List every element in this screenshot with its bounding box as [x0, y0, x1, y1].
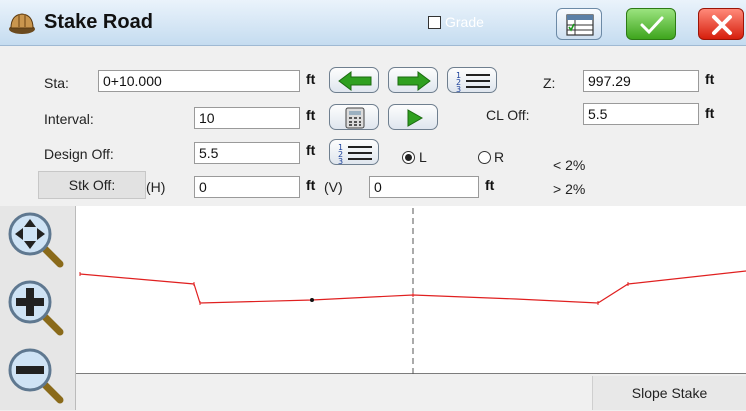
- arrow-left-icon: [338, 71, 372, 91]
- interval-label: Interval:: [44, 111, 94, 127]
- play-icon: [407, 109, 424, 127]
- play-button[interactable]: [388, 104, 438, 130]
- close-icon: [712, 15, 732, 35]
- page-title: Stake Road: [44, 11, 153, 33]
- list-icon: 1 2 3: [338, 143, 372, 166]
- title-bar: Stake Road Grade: [0, 0, 746, 46]
- cross-section-graphic: [79, 208, 746, 374]
- h-input[interactable]: 0: [194, 176, 300, 198]
- design-off-label: Design Off:: [44, 146, 114, 162]
- cl-off-label: CL Off:: [486, 107, 530, 123]
- zoom-in-icon: [8, 280, 64, 336]
- cl-off-input[interactable]: 5.5: [583, 103, 699, 125]
- stake-point: [310, 298, 314, 302]
- design-off-input[interactable]: 5.5: [194, 142, 300, 164]
- zoom-toolbar: [0, 206, 76, 410]
- spreadsheet-icon: [566, 14, 594, 36]
- close-button[interactable]: [698, 8, 744, 40]
- z-unit: ft: [705, 71, 715, 87]
- grade-label: Grade: [445, 14, 484, 30]
- cl-off-unit: ft: [705, 105, 715, 121]
- zoom-out-icon: [8, 348, 64, 404]
- v-unit: ft: [485, 177, 495, 193]
- arrow-right-icon: [397, 71, 431, 91]
- station-list-button[interactable]: 1 2 3: [447, 67, 497, 94]
- checkmark-icon: [640, 16, 664, 35]
- svg-text:3: 3: [338, 157, 343, 166]
- grade-checkbox[interactable]: [428, 16, 441, 29]
- hardhat-icon: [9, 13, 35, 34]
- slope-greater-label: > 2%: [553, 181, 586, 197]
- design-list-button[interactable]: 1 2 3: [329, 139, 379, 166]
- interval-unit: ft: [306, 107, 316, 123]
- radio-left-label: L: [419, 149, 427, 165]
- zoom-out-button[interactable]: [6, 346, 68, 406]
- list-icon: 1 2 3: [456, 71, 490, 94]
- stk-off-button[interactable]: Stk Off:: [38, 171, 146, 199]
- interval-input[interactable]: 10: [194, 107, 300, 129]
- prev-station-button[interactable]: [329, 67, 379, 93]
- radio-left[interactable]: [402, 151, 415, 164]
- calculator-icon: [345, 107, 365, 129]
- h-label: (H): [146, 179, 166, 195]
- slope-less-label: < 2%: [553, 157, 586, 173]
- h-unit: ft: [306, 177, 316, 193]
- calculator-button[interactable]: [329, 104, 379, 130]
- radio-right-label: R: [494, 149, 505, 165]
- slope-stake-button[interactable]: Slope Stake: [592, 376, 746, 410]
- v-input[interactable]: 0: [369, 176, 479, 198]
- cross-section-view[interactable]: [76, 206, 746, 374]
- sta-unit: ft: [306, 71, 316, 87]
- design-off-unit: ft: [306, 142, 316, 158]
- accept-button[interactable]: [626, 8, 676, 40]
- sta-label: Sta:: [44, 75, 69, 91]
- zoom-pan-button[interactable]: [6, 210, 68, 270]
- zoom-pan-icon: [8, 212, 64, 268]
- z-input[interactable]: 997.29: [583, 70, 699, 92]
- stake-form: Sta: 0+10.000 ft 1 2 3 Z: 997.29 ft Inte…: [0, 47, 746, 205]
- spreadsheet-button[interactable]: [556, 8, 602, 40]
- zoom-in-button[interactable]: [6, 278, 68, 338]
- next-station-button[interactable]: [388, 67, 438, 93]
- sta-input[interactable]: 0+10.000: [98, 70, 300, 92]
- radio-right[interactable]: [478, 151, 491, 164]
- svg-text:3: 3: [456, 85, 461, 94]
- v-label: (V): [324, 179, 343, 195]
- z-label: Z:: [543, 75, 556, 91]
